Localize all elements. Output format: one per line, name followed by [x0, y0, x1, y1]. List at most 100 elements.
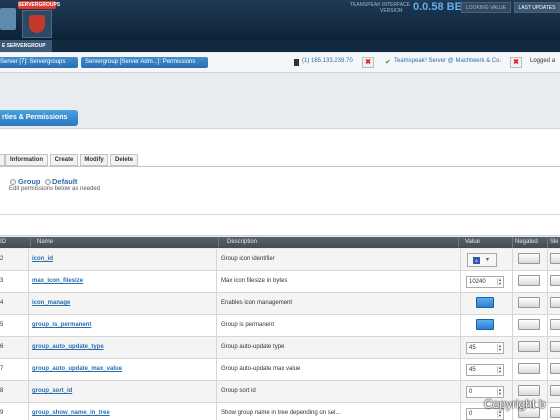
- cell-description: Enables icon management: [221, 300, 293, 306]
- server-ip-link[interactable]: (1) 185.133.239.70: [302, 58, 353, 64]
- permission-name-link[interactable]: max_icon_filesize: [32, 278, 83, 284]
- skip-toggle[interactable]: [550, 319, 560, 330]
- servergroups-logo[interactable]: SERVERGROUPS: [18, 1, 61, 39]
- server-name-link[interactable]: Teamspeak³ Server @ Machtwerk & Co.: [394, 58, 501, 64]
- column-divider: [28, 249, 29, 271]
- value-toggle[interactable]: [476, 297, 494, 308]
- permission-name-link[interactable]: group_auto_update_max_value: [32, 366, 122, 372]
- negated-toggle[interactable]: [518, 363, 540, 374]
- value-text: 45: [469, 367, 476, 373]
- value-input[interactable]: 45 ▲ ▼: [466, 342, 504, 354]
- permission-name-link[interactable]: group_auto_update_type: [32, 344, 104, 350]
- permission-name-link[interactable]: group_show_name_in_tree: [32, 410, 110, 416]
- value-input[interactable]: 45 ▲ ▼: [466, 364, 504, 376]
- column-divider: [512, 249, 513, 271]
- value-input[interactable]: 10240 ▲ ▼: [466, 276, 504, 288]
- column-divider: [460, 315, 461, 337]
- skip-toggle[interactable]: [550, 407, 560, 418]
- breadcrumb-permissions[interactable]: Servergroup [Server Adm...]: Permissions: [81, 57, 208, 68]
- spacer: [0, 74, 560, 104]
- properties-permissions-header: rties & Permissions: [0, 110, 78, 126]
- column-divider: [547, 381, 548, 403]
- spinner-icon[interactable]: ▲ ▼: [497, 410, 502, 418]
- cell-id: 7: [0, 366, 4, 372]
- cell-id: 5: [0, 322, 4, 328]
- column-divider: [512, 237, 513, 248]
- cell-id: 3: [0, 278, 4, 284]
- permission-name-link[interactable]: group_is_permanent: [32, 322, 91, 328]
- negated-toggle[interactable]: [518, 385, 540, 396]
- negated-toggle[interactable]: [518, 319, 540, 330]
- default-link[interactable]: Default: [52, 177, 77, 186]
- skip-toggle[interactable]: [550, 341, 560, 352]
- column-divider: [216, 249, 217, 271]
- cell-description: Show group name in tree depending on sel…: [221, 410, 341, 416]
- spinner-icon[interactable]: ▲ ▼: [497, 388, 502, 396]
- close-icon[interactable]: ✖: [362, 57, 374, 68]
- edit-hint: Edit permissions below as needed: [9, 186, 101, 192]
- negated-toggle[interactable]: [518, 275, 540, 286]
- cell-id: 2: [0, 256, 4, 262]
- header-description[interactable]: Description: [227, 237, 257, 248]
- tab-servergroup[interactable]: E SERVERGROUP: [0, 40, 52, 52]
- cell-description: Max icon filesize in bytes: [221, 278, 288, 284]
- header-value[interactable]: Value: [465, 237, 480, 248]
- table-row: 7 group_auto_update_max_value Group auto-u…: [0, 359, 560, 381]
- column-divider: [216, 271, 217, 293]
- skip-toggle[interactable]: [550, 297, 560, 308]
- value-text: 45: [469, 345, 476, 351]
- header-skip[interactable]: Ski: [550, 237, 558, 248]
- column-divider: [460, 359, 461, 381]
- value-toggle[interactable]: [476, 319, 494, 330]
- cell-id: 9: [0, 410, 4, 416]
- permission-name-link[interactable]: group_sort_id: [32, 388, 72, 394]
- skip-toggle[interactable]: [550, 385, 560, 396]
- sort-icon[interactable]: [30, 238, 35, 247]
- skip-toggle[interactable]: [550, 275, 560, 286]
- close-icon[interactable]: ✖: [510, 57, 522, 68]
- table-row: 3 max_icon_filesize Max icon filesize in b…: [0, 271, 560, 293]
- column-divider: [512, 293, 513, 315]
- header-name[interactable]: Name: [37, 237, 53, 248]
- permissions-panel: [0, 128, 560, 228]
- nav-tabbar: E SERVERGROUP: [0, 40, 560, 52]
- negated-toggle[interactable]: [518, 253, 540, 264]
- looking-value-button[interactable]: LOOKING VALUE: [461, 2, 511, 13]
- column-divider: [547, 337, 548, 359]
- table-row: 8 group_sort_id Group sort id 0 ▲ ▼: [0, 381, 560, 403]
- permission-name-link[interactable]: icon_id: [32, 256, 53, 262]
- column-divider: [460, 293, 461, 315]
- group-link[interactable]: Group: [18, 177, 41, 186]
- permission-name-link[interactable]: icon_manage: [32, 300, 70, 306]
- table-row: 2 icon_id Group icon identifier A ▾: [0, 249, 560, 271]
- version-number: 0.0.58 BE: [413, 1, 462, 13]
- tab-modify[interactable]: Modify: [80, 154, 108, 166]
- sort-icon[interactable]: [218, 238, 223, 247]
- spinner-icon[interactable]: ▲ ▼: [497, 344, 502, 352]
- column-divider: [460, 271, 461, 293]
- header-negated[interactable]: Negated: [515, 237, 538, 248]
- column-divider: [460, 337, 461, 359]
- column-divider: [547, 293, 548, 315]
- breadcrumb-servergroups[interactable]: Server [7]: Servergroups: [0, 57, 78, 68]
- logo-label: SERVERGROUPS: [18, 1, 61, 9]
- skip-toggle[interactable]: [550, 253, 560, 264]
- column-divider: [547, 359, 548, 381]
- header-id[interactable]: ID: [0, 237, 6, 248]
- icon-select[interactable]: A ▾: [467, 253, 497, 267]
- sort-icon[interactable]: [458, 238, 463, 247]
- spinner-icon[interactable]: ▲ ▼: [497, 278, 502, 286]
- negated-toggle[interactable]: [518, 341, 540, 352]
- tab-delete[interactable]: Delete: [110, 154, 138, 166]
- spinner-icon[interactable]: ▲ ▼: [497, 366, 502, 374]
- skip-toggle[interactable]: [550, 363, 560, 374]
- table-row: 5 group_is_permanent Group is permanent: [0, 315, 560, 337]
- column-divider: [28, 359, 29, 381]
- default-icon: [45, 179, 51, 185]
- cell-description: Group sort id: [221, 388, 256, 394]
- tab-information[interactable]: Information: [5, 154, 48, 166]
- negated-toggle[interactable]: [518, 297, 540, 308]
- tab-create[interactable]: Create: [50, 154, 78, 166]
- column-divider: [512, 315, 513, 337]
- last-updates-button[interactable]: LAST UPDATES: [514, 2, 560, 13]
